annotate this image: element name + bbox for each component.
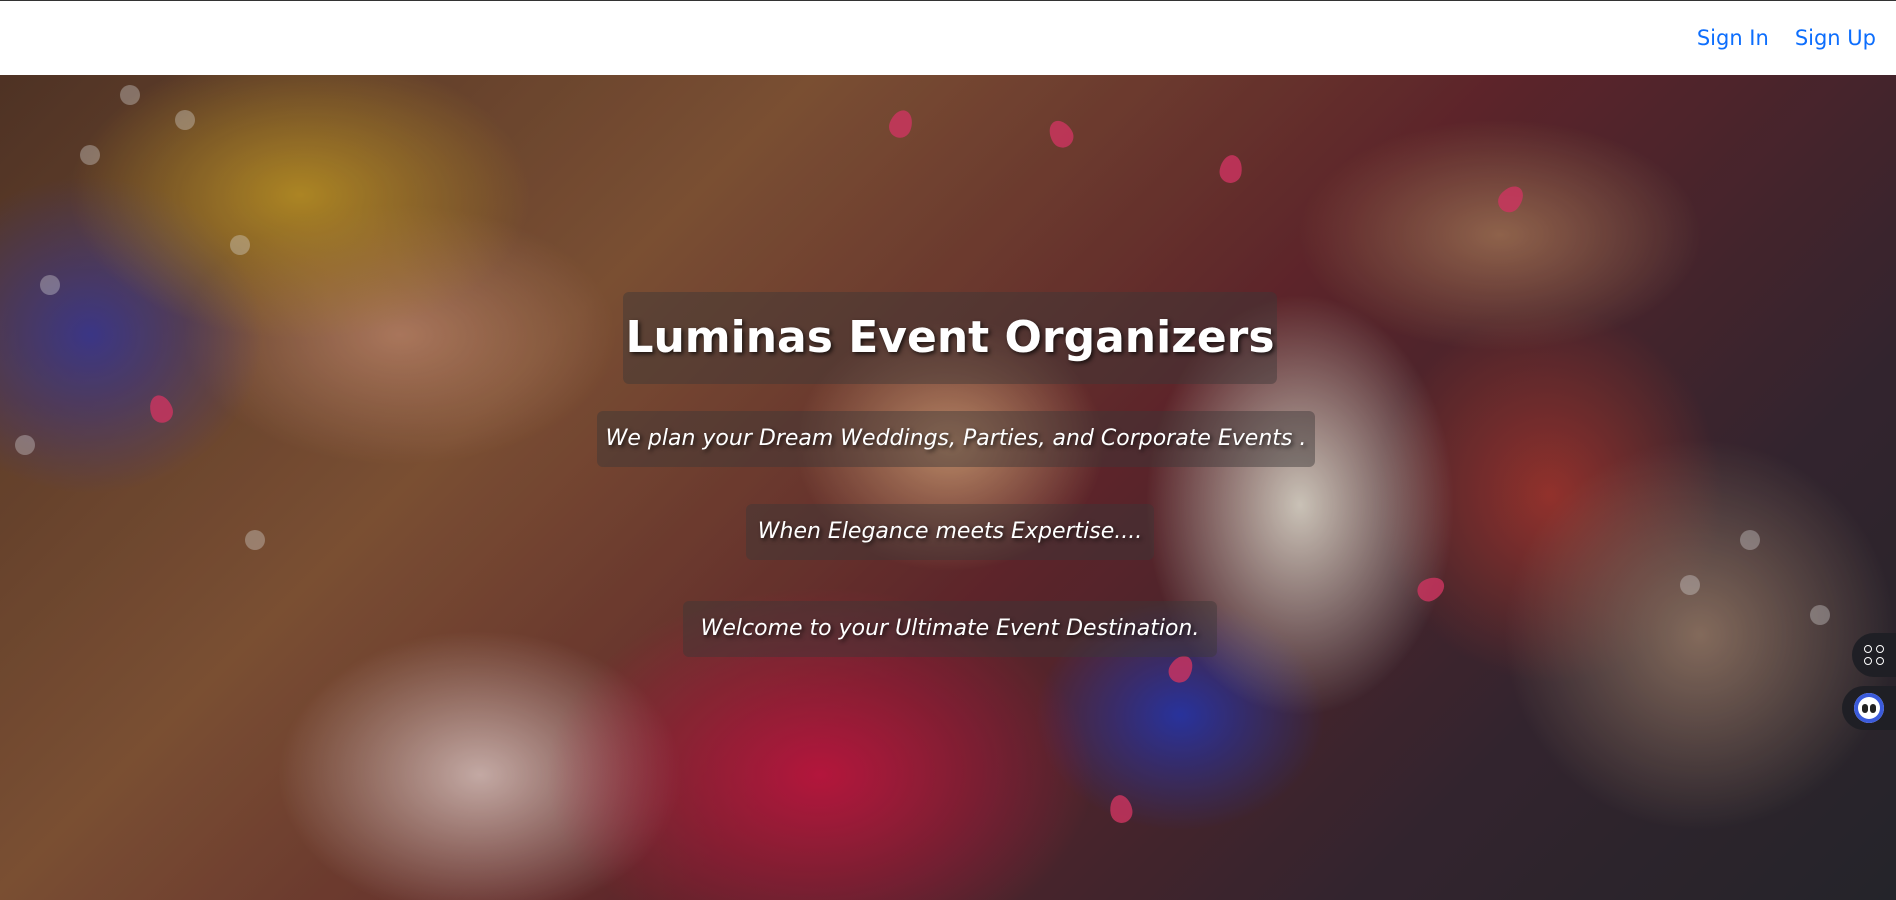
bokeh-light — [1680, 575, 1700, 595]
auth-nav: Sign In Sign Up — [1697, 26, 1876, 50]
petal-decoration — [145, 392, 177, 426]
sign-up-link[interactable]: Sign Up — [1795, 26, 1876, 50]
bokeh-light — [15, 435, 35, 455]
bokeh-light — [40, 275, 60, 295]
top-navbar: Sign In Sign Up — [0, 0, 1896, 75]
petal-decoration — [1044, 116, 1078, 152]
apps-launcher-button[interactable] — [1852, 633, 1896, 677]
bokeh-light — [80, 145, 100, 165]
hero-tagline-welcome: Welcome to your Ultimate Event Destinati… — [683, 601, 1217, 657]
hero-tagline-elegance: When Elegance meets Expertise.... — [746, 504, 1154, 560]
hero-title: Luminas Event Organizers — [623, 292, 1277, 384]
bokeh-light — [245, 530, 265, 550]
sign-in-link[interactable]: Sign In — [1697, 26, 1769, 50]
petal-decoration — [1493, 181, 1529, 217]
bokeh-light — [1810, 605, 1830, 625]
bot-face-icon — [1854, 693, 1884, 723]
petal-decoration — [1217, 153, 1245, 185]
petal-decoration — [1413, 572, 1449, 606]
petal-decoration — [1107, 793, 1135, 825]
hero-tagline-services: We plan your Dream Weddings, Parties, an… — [597, 411, 1315, 467]
assistant-button[interactable] — [1842, 686, 1896, 730]
bokeh-light — [175, 110, 195, 130]
bokeh-light — [1740, 530, 1760, 550]
petal-decoration — [885, 107, 917, 141]
grid-icon — [1864, 645, 1884, 665]
bokeh-light — [120, 85, 140, 105]
bokeh-light — [230, 235, 250, 255]
hero-background-image — [0, 75, 1896, 900]
